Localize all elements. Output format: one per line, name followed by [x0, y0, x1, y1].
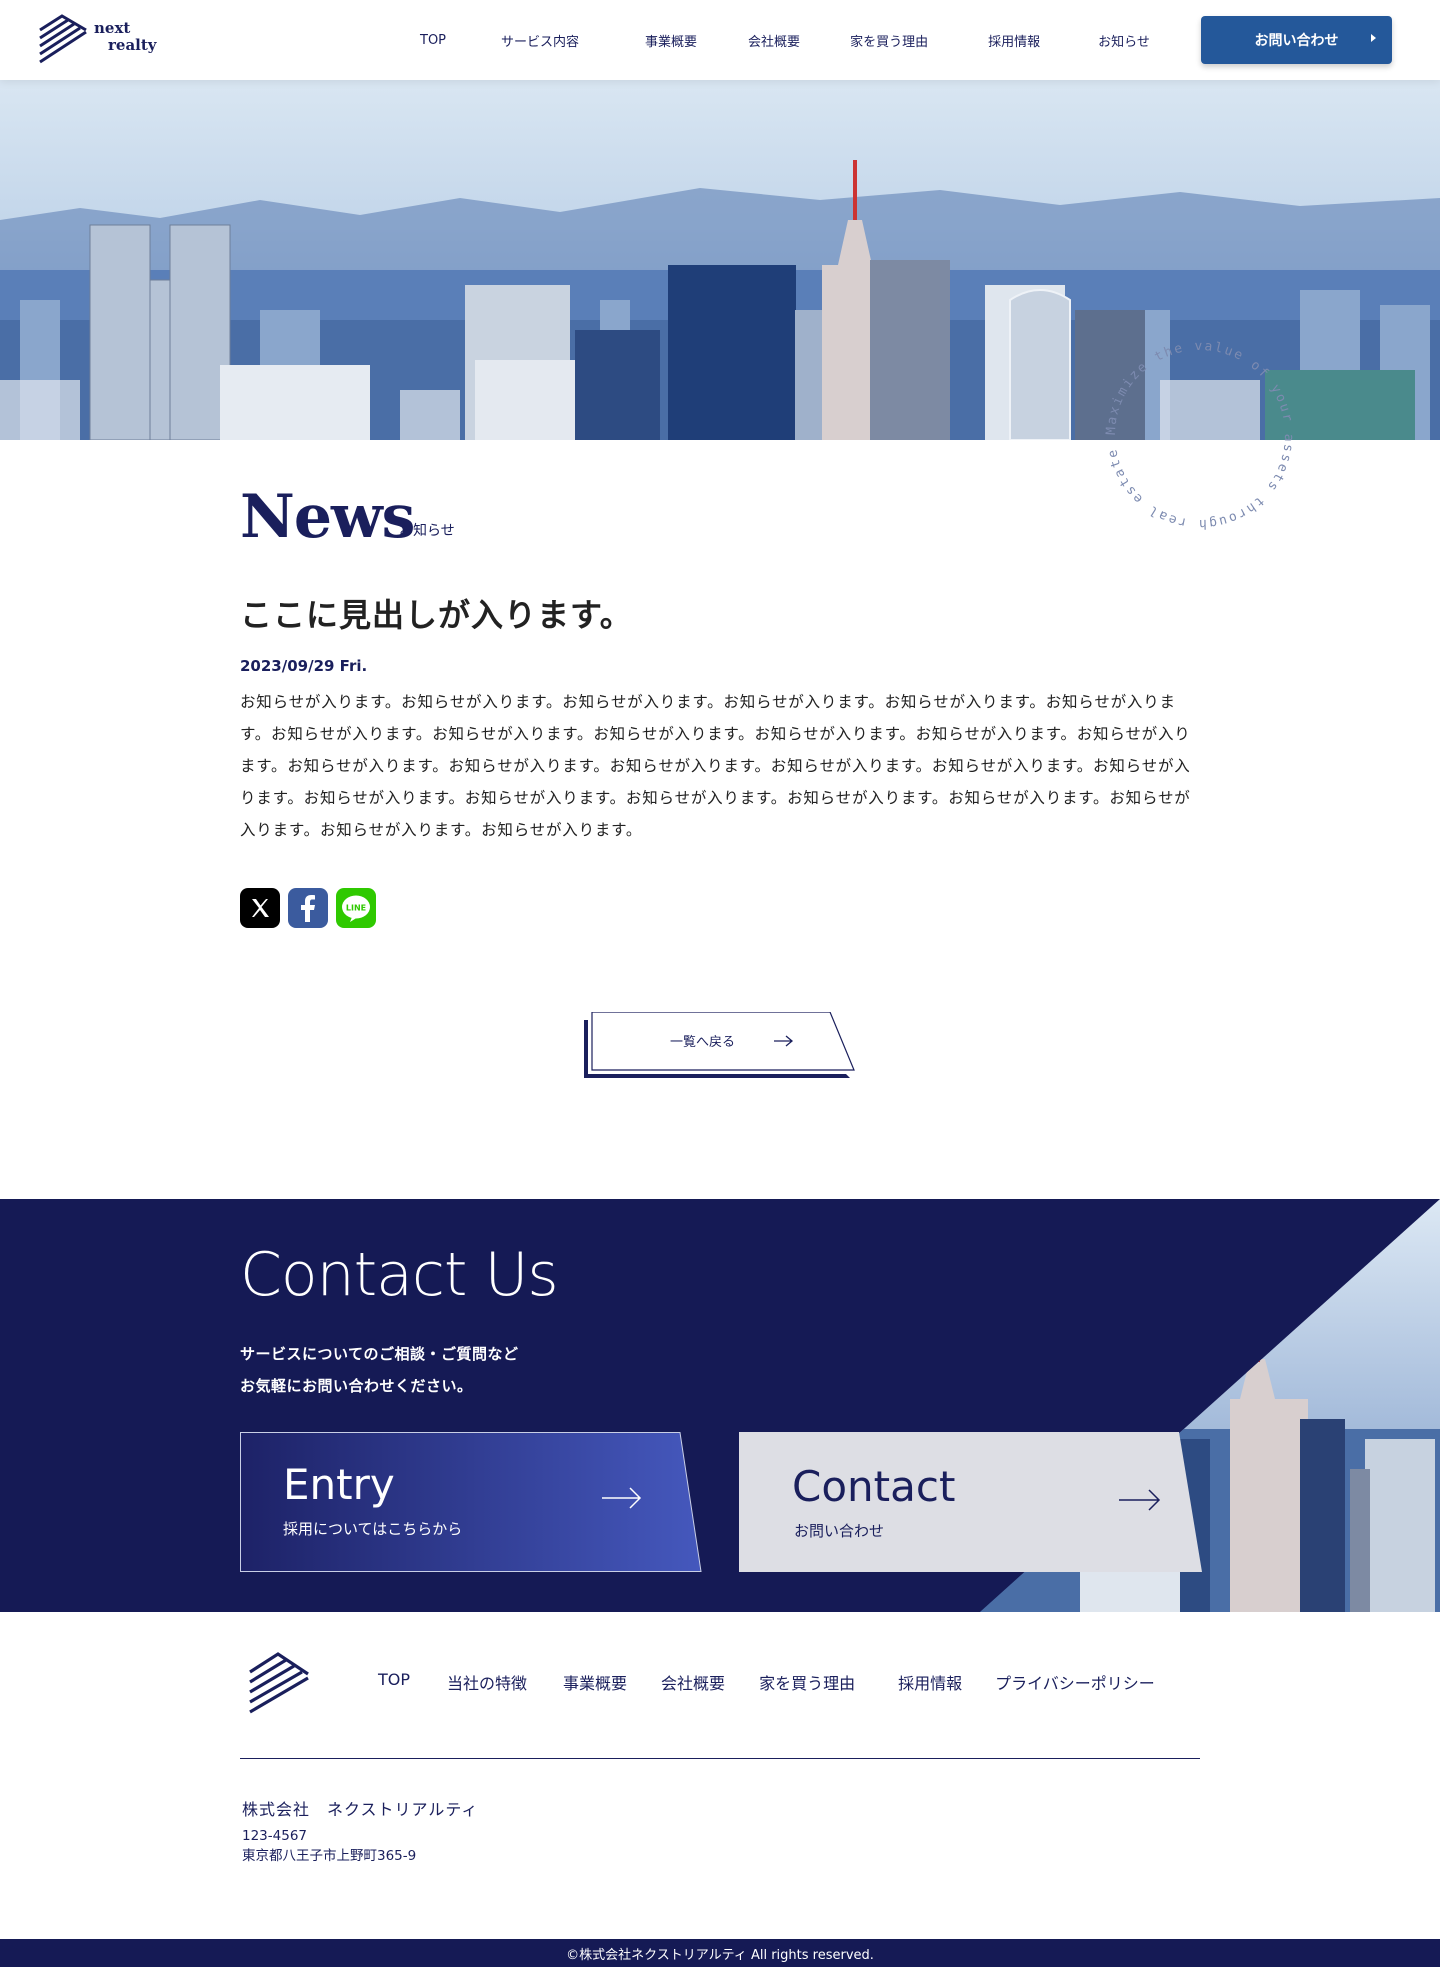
footer-address: 123-4567 東京都八王子市上野町365-9 [242, 1826, 416, 1866]
footer-nav-reasons[interactable]: 家を買う理由 [759, 1670, 855, 1694]
footer-logo-icon[interactable] [248, 1650, 312, 1722]
contact-city-image [980, 1199, 1440, 1612]
line-icon-label: LINE [346, 904, 366, 913]
footer-nav-recruit[interactable]: 採用情報 [898, 1670, 962, 1694]
footer-nav-privacy[interactable]: プライバシーポリシー [995, 1670, 1155, 1694]
circle-text-path: Maximize the value of your assets throug… [1104, 339, 1294, 531]
x-icon[interactable] [240, 888, 280, 928]
svg-text:Maximize the value of your ass: Maximize the value of your assets throug… [1104, 339, 1296, 531]
news-page-title: News [240, 482, 415, 552]
footer-nav-top[interactable]: TOP [378, 1670, 410, 1694]
share-buttons: LINE [240, 888, 376, 928]
logo-line1: next [94, 19, 131, 37]
nav-services[interactable]: サービス内容 [501, 31, 579, 50]
logo-wordmark: next realty [94, 20, 157, 54]
nav-top[interactable]: TOP [420, 33, 446, 48]
news-page-subtitle: お知らせ [399, 523, 455, 539]
footer-street: 東京都八王子市上野町365-9 [242, 1848, 417, 1864]
footer-nav-features[interactable]: 当社の特徴 [447, 1670, 527, 1694]
article-date: 2023/09/29 Fri. [240, 657, 368, 675]
nav-company[interactable]: 会社概要 [748, 31, 800, 50]
copyright-text: ©株式会社ネクストリアルティ All rights reserved. [566, 1947, 874, 1963]
contact-cta-button[interactable]: お問い合わせ [1201, 16, 1392, 64]
footer-nav: TOP 当社の特徴 事業概要 会社概要 家を買う理由 採用情報 プライバシーポリ… [378, 1670, 1155, 1694]
nav-news[interactable]: お知らせ [1098, 31, 1150, 50]
article-body: お知らせが入ります。お知らせが入ります。お知らせが入ります。お知らせが入ります。… [240, 693, 1191, 839]
nav-recruit[interactable]: 採用情報 [988, 31, 1040, 50]
footer-nav-company[interactable]: 会社概要 [661, 1670, 725, 1694]
nav-business[interactable]: 事業概要 [645, 31, 697, 50]
contact-cta-label: お問い合わせ [1254, 33, 1339, 49]
contact-section-title: Contact Us [240, 1240, 559, 1310]
nav-reasons[interactable]: 家を買う理由 [850, 31, 928, 50]
contact-description: サービスについてのご相談・ご質問など お気軽にお問い合わせください。 [240, 1338, 519, 1402]
article-headline: ここに見出しが入ります。 [240, 596, 633, 634]
back-to-list-label: 一覧へ戻る [670, 1035, 736, 1050]
logo-mark-icon [39, 14, 87, 64]
footer-zip: 123-4567 [242, 1828, 307, 1844]
line-icon[interactable]: LINE [336, 888, 376, 928]
site-header: next realty TOP サービス内容 事業概要 会社概要 家を買う理由 … [0, 0, 1440, 80]
contact-card-subtitle: お問い合わせ [794, 1522, 885, 1540]
logo[interactable]: next realty [38, 12, 158, 68]
contact-card-title: Contact [792, 1462, 956, 1511]
copyright-bar: ©株式会社ネクストリアルティ All rights reserved. [0, 1939, 1440, 1967]
contact-desc-line1: サービスについてのご相談・ご質問など [240, 1345, 519, 1363]
circular-tagline: Maximize the value of your assets throug… [1104, 339, 1296, 531]
footer-company-name: 株式会社 ネクストリアルティ [242, 1800, 479, 1819]
logo-line2: realty [108, 36, 157, 54]
footer-divider [240, 1758, 1200, 1759]
contact-desc-line2: お気軽にお問い合わせください。 [240, 1377, 473, 1395]
play-arrow-icon [1371, 34, 1376, 42]
main-nav: TOP サービス内容 事業概要 会社概要 家を買う理由 採用情報 お知らせ [400, 0, 1150, 80]
footer-nav-business[interactable]: 事業概要 [563, 1670, 627, 1694]
contact-section [0, 1199, 1440, 1612]
entry-card-subtitle: 採用についてはこちらから [283, 1520, 463, 1538]
entry-card-title: Entry [283, 1460, 395, 1509]
facebook-icon[interactable] [288, 888, 328, 928]
